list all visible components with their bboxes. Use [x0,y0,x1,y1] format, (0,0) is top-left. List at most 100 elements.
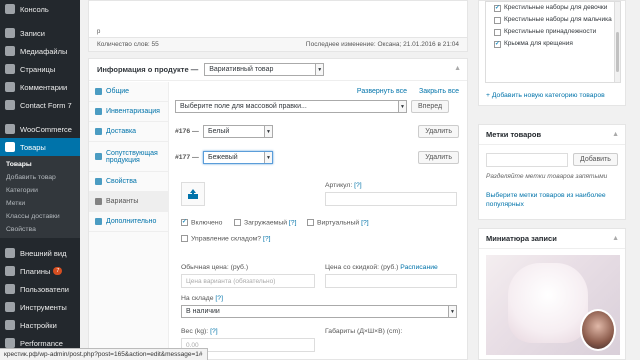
collapse-toggle-icon[interactable]: ▲ [612,235,619,242]
products-submenu: Товары Добавить товар Категории Метки Кл… [0,156,80,238]
category-item[interactable]: Крестильные принадлежности [486,26,620,38]
sidebar-item-label: Товары [20,142,46,152]
sidebar-item-plugins[interactable]: Плагины 7 [0,262,80,280]
presenter-webcam [580,309,616,351]
bulk-edit-select[interactable]: Выберите поле для массовой правки... ▼ [175,100,407,113]
category-item[interactable]: Крестильные наборы для мальчика [486,14,620,26]
tags-title: Метки товаров [479,125,625,145]
sidebar-item-users[interactable]: Пользователи [0,280,80,298]
sku-label: Артикул: [325,182,353,189]
sidebar-item-label: Настройки [20,320,57,330]
sidebar-item-pages[interactable]: Страницы [0,60,80,78]
expand-all-link[interactable]: Развернуть все [357,88,407,95]
submenu-attributes[interactable]: Свойства [0,223,80,236]
tag-input[interactable] [486,153,568,167]
collapse-all-link[interactable]: Закрыть все [419,88,459,95]
product-data-box: Информация о продукте — Вариативный това… [88,58,468,360]
submenu-add-product[interactable]: Добавить товар [0,171,80,184]
settings-icon [5,320,15,330]
collapse-toggle-icon[interactable]: ▲ [612,131,619,138]
sidebar-item-posts[interactable]: Записи [0,24,80,42]
tab-shipping[interactable]: Доставка [89,122,168,142]
tab-linked-products[interactable]: Сопутствующая продукция [89,142,168,172]
product-tabs: Общие Инвентаризация Доставка Сопутствую… [89,82,169,359]
admin-sidebar: Консоль Записи Медиафайлы Страницы Комме… [0,0,80,360]
submenu-products[interactable]: Товары [0,158,80,171]
add-tag-button[interactable]: Добавить [573,153,618,166]
link-icon [95,153,102,160]
regular-price-label: Обычная цена: (руб.) [181,264,249,271]
tab-inventory[interactable]: Инвентаризация [89,102,168,122]
sidebar-item-settings[interactable]: Настройки [0,316,80,334]
category-item[interactable]: Крестильные наборы для девочки [486,2,620,14]
sale-price-input[interactable] [325,274,457,288]
performance-icon [5,338,15,348]
variation-image-upload[interactable] [181,182,205,206]
sku-help[interactable]: [?] [354,182,362,189]
remove-variation-button[interactable]: Удалить [418,125,459,138]
grid-icon [95,198,102,205]
product-data-title: Информация о продукте — [97,65,199,74]
go-button[interactable]: Вперед [411,100,450,113]
list-icon [95,178,102,185]
page-icon [5,64,15,74]
plugin-icon [5,266,15,276]
browser-status-url: крестик.рф/wp-admin/post.php?post=165&ac… [0,348,208,360]
tab-variations[interactable]: Варианты [89,192,168,212]
variations-panel: Развернуть все Закрыть все Выберите поле… [169,82,467,359]
sidebar-item-label: Плагины [20,266,51,276]
tab-attributes[interactable]: Свойства [89,172,168,192]
popular-tags-link[interactable]: Выберите метки товаров из наиболее попул… [486,191,618,209]
sidebar-item-label: Медиафайлы [20,46,68,56]
downloadable-checkbox[interactable]: Загружаемый [?] [234,219,296,226]
tab-general[interactable]: Общие [89,82,168,102]
stock-status-label: На складе [181,295,214,302]
tools-icon [5,302,15,312]
users-icon [5,284,15,294]
sidebar-item-contact-form[interactable]: Contact Form 7 [0,96,80,114]
brush-icon [5,248,15,258]
variation-id: #176 — [175,128,199,135]
featured-image[interactable] [486,255,620,355]
submenu-shipping-classes[interactable]: Классы доставки [0,210,80,223]
word-count: Количество слов: 55 [97,41,159,48]
enabled-checkbox[interactable]: Включено [181,218,222,226]
regular-price-input[interactable]: Цена варианта (обязательно) [181,274,315,288]
submenu-categories[interactable]: Категории [0,184,80,197]
manage-stock-checkbox[interactable]: Управление складом? [?] [181,235,271,242]
sidebar-item-label: Performance [20,338,63,348]
last-edited: Последнее изменение: Оксана; 21.01.2016 … [305,41,459,48]
sidebar-item-products[interactable]: Товары [0,138,80,156]
dimensions-label: Габариты (Д×Ш×В) (cm): [325,328,403,335]
add-category-link[interactable]: + Добавить новую категорию товаров [486,92,605,99]
product-type-select[interactable]: Вариативный товар ▼ [204,63,325,76]
media-icon [5,46,15,56]
mail-icon [5,100,15,110]
products-icon [5,142,15,152]
sku-input[interactable] [325,192,457,206]
variation-color-select[interactable]: Бежевый ▼ [203,151,273,164]
sidebar-item-appearance[interactable]: Внешний вид [0,244,80,262]
sidebar-item-tools[interactable]: Инструменты [0,298,80,316]
sidebar-item-label: WooCommerce [20,124,72,134]
comment-icon [5,82,15,92]
virtual-checkbox[interactable]: Виртуальный [?] [307,219,369,226]
tab-advanced[interactable]: Дополнительно [89,212,168,232]
variation-color-select[interactable]: Белый ▼ [203,125,273,138]
tags-hint: Разделяйте метки товаров запятыми [486,173,608,180]
stock-status-select[interactable]: В наличии ▼ [181,305,457,318]
collapse-toggle-icon[interactable]: ▲ [454,65,461,72]
submenu-tags[interactable]: Метки [0,197,80,210]
pin-icon [5,28,15,38]
remove-variation-button[interactable]: Удалить [418,151,459,164]
chevron-down-icon: ▼ [315,64,324,75]
chevron-down-icon: ▼ [264,126,272,137]
sidebar-item-dashboard[interactable]: Консоль [0,0,80,18]
sidebar-item-comments[interactable]: Комментарии [0,78,80,96]
category-item[interactable]: Крыжма для крещения [486,38,620,50]
inventory-icon [95,108,102,115]
sidebar-item-media[interactable]: Медиафайлы [0,42,80,60]
sidebar-item-woocommerce[interactable]: WooCommerce [0,120,80,138]
schedule-link[interactable]: Расписание [400,264,437,271]
category-scrollbar[interactable] [614,2,620,82]
